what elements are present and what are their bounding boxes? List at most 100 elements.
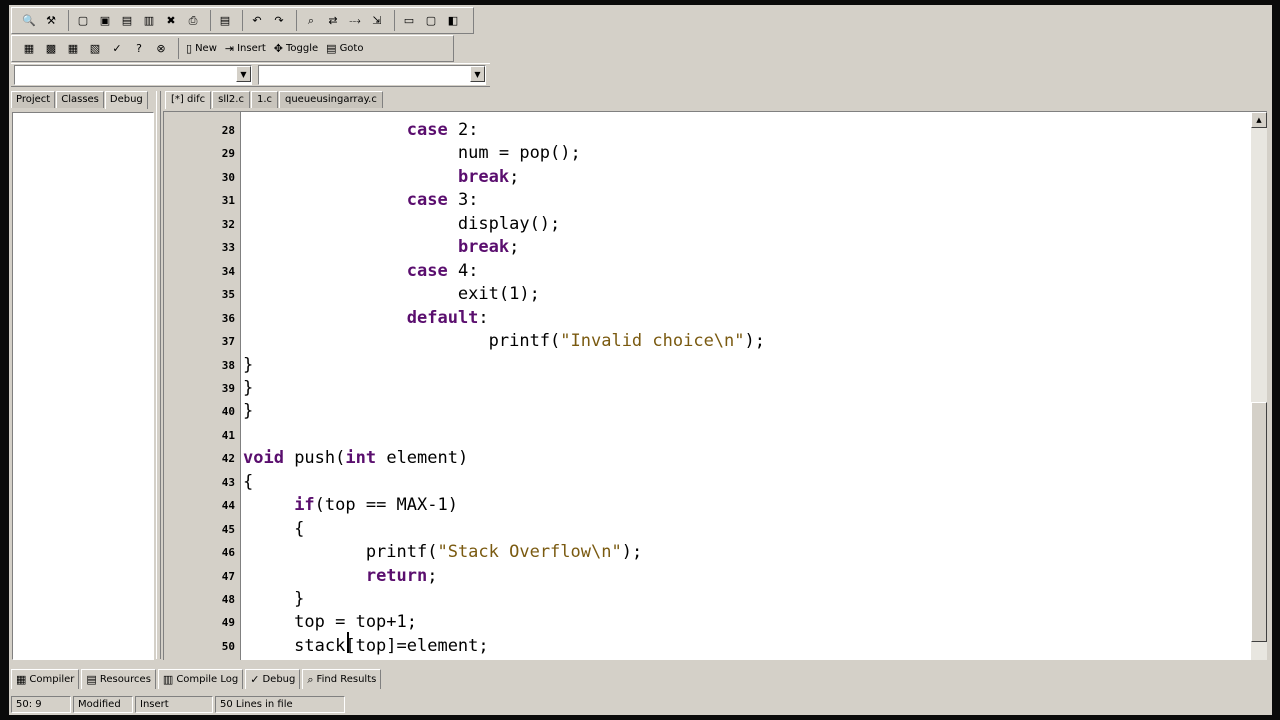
line-number: 44 xyxy=(221,499,235,513)
line-number: 31 xyxy=(221,194,235,208)
code-line[interactable]: exit(1); xyxy=(243,283,1250,306)
editor-tab[interactable]: queueusingarray.c xyxy=(279,91,383,108)
toolbar-group: ↶ ↷ xyxy=(242,10,293,31)
code-editor[interactable]: 28 29 30 31 32 33 34 35 36 37 38 39 40 41 42 43 44 45 46 47… xyxy=(163,111,1267,660)
code-line[interactable]: break; xyxy=(243,236,1250,259)
code-token: } xyxy=(243,589,305,609)
new-file-icon[interactable]: ▢ xyxy=(73,11,93,31)
rebuild-icon[interactable]: ◧ xyxy=(443,11,463,31)
line-number: 40 xyxy=(221,405,235,419)
check-icon[interactable]: ✓ xyxy=(107,39,127,59)
report-tab-resources[interactable]: ▤ Resources xyxy=(81,669,156,689)
find-next-icon[interactable]: ⤏ xyxy=(345,11,365,31)
open-icon[interactable]: ▣ xyxy=(95,11,115,31)
redo-icon[interactable]: ↷ xyxy=(269,11,289,31)
panel-splitter[interactable] xyxy=(156,91,161,659)
new-label: New xyxy=(195,43,217,54)
help-icon[interactable]: ? xyxy=(129,39,149,59)
code-line[interactable]: { xyxy=(243,518,1250,541)
code-line[interactable]: if(top == MAX-1) xyxy=(243,494,1250,517)
new-button[interactable]: ▯ New xyxy=(183,40,220,58)
report-tab-label: Compiler xyxy=(29,674,75,685)
editor-tab[interactable]: 1.c xyxy=(250,91,278,108)
report-tab-debug[interactable]: ✓ Debug xyxy=(245,669,301,689)
code-line[interactable]: num = pop(); xyxy=(243,142,1250,165)
run-icon[interactable]: ▢ xyxy=(421,11,441,31)
insert-button[interactable]: ⇥ Insert xyxy=(222,40,269,58)
code-line[interactable]: top = top+1; xyxy=(243,611,1250,634)
compile-icon[interactable]: ▭ xyxy=(399,11,419,31)
code-line[interactable]: { xyxy=(243,471,1250,494)
toggle-button[interactable]: ✥ Toggle xyxy=(271,40,321,58)
project-view-icon[interactable]: ▦ xyxy=(19,39,39,59)
member-select[interactable]: ▼ xyxy=(258,65,486,85)
view-icons-group: ▦ ▩ ▦ ▧ ✓? ⊗ xyxy=(15,38,175,59)
editor-tab[interactable]: sll2.c xyxy=(212,91,250,108)
code-line[interactable]: printf("Invalid choice\n"); xyxy=(243,330,1250,353)
code-line[interactable] xyxy=(243,424,1250,447)
code-line[interactable]: void push(int element) xyxy=(243,447,1250,470)
compiler-icon: ▦ xyxy=(16,673,27,686)
vertical-scrollbar[interactable]: ▲ xyxy=(1251,112,1267,660)
tab-debug[interactable]: Debug xyxy=(104,91,148,109)
code-token: (top == MAX-1) xyxy=(314,495,458,516)
report-tab-compile-log[interactable]: ▥ Compile Log xyxy=(157,669,244,689)
wrench-icon[interactable]: ⚒ xyxy=(41,11,61,31)
keyword-token: int xyxy=(345,448,377,469)
find-icon[interactable]: ⌕ xyxy=(301,11,321,31)
code-line[interactable]: break; xyxy=(243,166,1250,189)
tab-project[interactable]: Project xyxy=(11,91,56,108)
grid2-icon[interactable]: ▧ xyxy=(85,39,105,59)
code-line[interactable]: } xyxy=(243,354,1250,377)
code-token: 2: xyxy=(447,120,479,140)
code-area[interactable]: case 2: num = pop(); break; case 3: disp… xyxy=(243,112,1250,660)
code-line[interactable]: case 3: xyxy=(243,189,1250,212)
grid-icon[interactable]: ▦ xyxy=(63,39,83,59)
print-icon[interactable]: ⎙ xyxy=(183,11,203,31)
class-combo-bar: ▼ ▼ xyxy=(11,63,490,87)
report-tabs: ▦ Compiler ▤ Resources ▥ Compile Log ✓ Debug ⌕ Fi… xyxy=(11,669,383,689)
magnifier-icon[interactable]: 🔍 xyxy=(19,11,39,31)
keyword-token: break xyxy=(457,237,510,258)
class-select[interactable]: ▼ xyxy=(14,65,252,85)
code-token: 4: xyxy=(447,260,479,281)
line-number: 49 xyxy=(221,616,235,630)
project-tree-panel[interactable] xyxy=(12,112,154,660)
code-line[interactable]: default: xyxy=(243,307,1250,330)
code-line[interactable]: } xyxy=(243,400,1250,423)
report-tab-find-results[interactable]: ⌕ Find Results xyxy=(302,669,382,689)
print-preview-icon[interactable]: ▤ xyxy=(215,11,235,31)
class-view-icon[interactable]: ▩ xyxy=(41,39,61,59)
code-line[interactable]: } xyxy=(243,377,1250,400)
secondary-toolbar: ▦ ▩ ▦ ▧ ✓? ⊗ ▯ New ⇥ Insert ✥ Toggle ▤ Goto xyxy=(11,35,454,62)
save-icon[interactable]: ▤ xyxy=(117,11,137,31)
about-icon[interactable]: ⊗ xyxy=(151,39,171,59)
scroll-thumb[interactable] xyxy=(1251,402,1267,642)
code-line[interactable]: return; xyxy=(243,565,1250,588)
keyword-token: default xyxy=(406,307,479,328)
goto-button[interactable]: ▤ Goto xyxy=(323,40,366,58)
goto-icon[interactable]: ⇲ xyxy=(367,11,387,31)
save-all-icon[interactable]: ▥ xyxy=(139,11,159,31)
chevron-down-icon[interactable]: ▼ xyxy=(470,66,485,82)
code-line[interactable]: stack[top]=element; xyxy=(243,635,1250,658)
code-line[interactable]: printf("Stack Overflow\n"); xyxy=(243,541,1250,564)
code-line[interactable]: display(); xyxy=(243,213,1250,236)
code-token: ); xyxy=(744,331,765,352)
editor-tab[interactable]: [*] difc xyxy=(165,91,212,109)
replace-icon[interactable]: ⇄ xyxy=(323,11,343,31)
close-icon[interactable]: ✖ xyxy=(161,11,181,31)
undo-icon[interactable]: ↶ xyxy=(247,11,267,31)
code-line[interactable]: case 4: xyxy=(243,260,1250,283)
code-token: stack[top]=element; xyxy=(243,635,489,656)
code-line[interactable]: } xyxy=(243,588,1250,611)
string-token: "Stack Overflow\n" xyxy=(437,542,622,563)
chevron-down-icon[interactable]: ▼ xyxy=(236,66,251,82)
line-number: 50 xyxy=(221,639,235,653)
report-tab-compiler[interactable]: ▦ Compiler xyxy=(11,669,80,689)
code-line[interactable]: case 2: xyxy=(243,119,1250,142)
tab-classes[interactable]: Classes xyxy=(56,91,104,108)
scroll-up-icon[interactable]: ▲ xyxy=(1251,112,1267,128)
cursor-position: 50: 9 xyxy=(11,696,71,713)
